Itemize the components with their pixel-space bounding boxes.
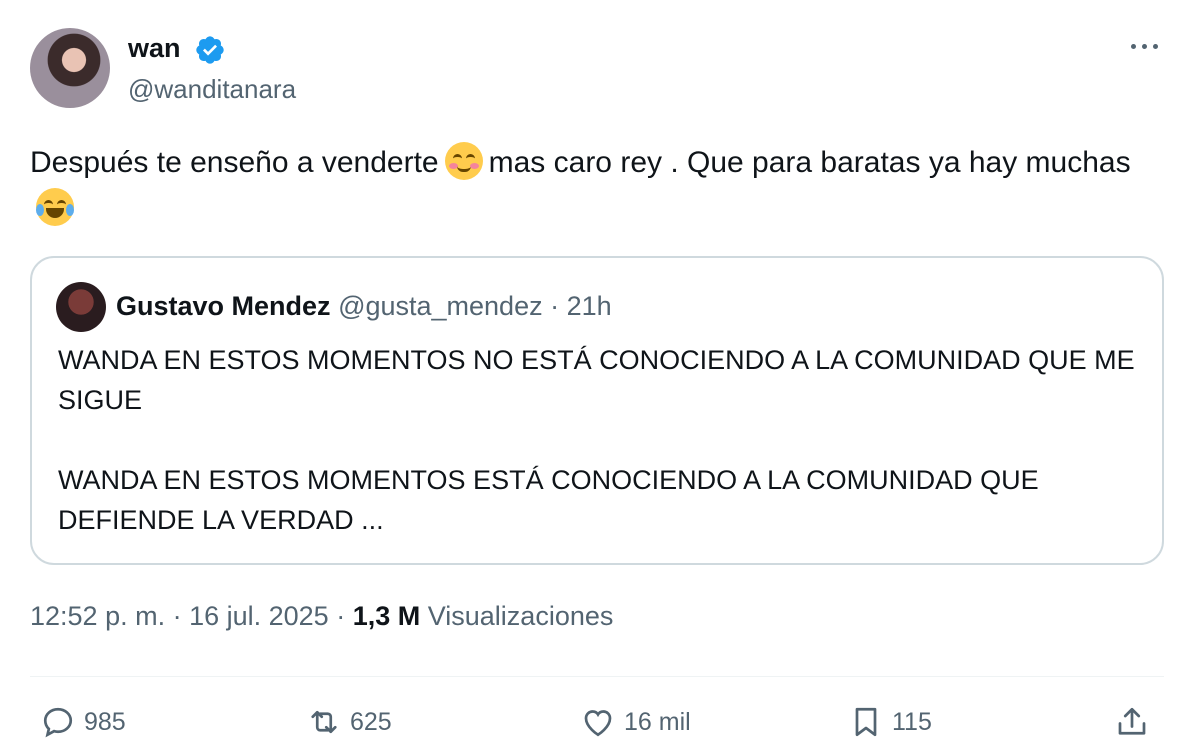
more-icon[interactable] xyxy=(1128,34,1162,58)
like-count: 16 mil xyxy=(624,707,691,736)
author-name[interactable]: wan xyxy=(128,33,181,64)
like-icon xyxy=(584,710,612,737)
share-icon xyxy=(1118,707,1146,735)
author-handle[interactable]: @wanditanara xyxy=(128,74,296,105)
view-count: 1,3 M xyxy=(352,601,421,631)
reply-count: 985 xyxy=(84,707,126,736)
bookmark-button[interactable]: 115 xyxy=(848,702,932,742)
reply-icon xyxy=(43,707,73,738)
quoted-header: Gustavo Mendez @gusta_mendez · 21h xyxy=(116,291,612,322)
repost-button[interactable]: 625 xyxy=(306,702,392,742)
tears-of-joy-emoji-icon xyxy=(36,188,74,226)
quoted-tweet[interactable]: Gustavo Mendez @gusta_mendez · 21h WANDA… xyxy=(30,256,1164,565)
post-time[interactable]: 12:52 p. m. · 16 jul. 2025 · xyxy=(30,601,345,631)
quoted-author-name[interactable]: Gustavo Mendez xyxy=(116,291,331,321)
reply-button[interactable]: 985 xyxy=(40,702,126,742)
tweet-text-part1: Después te enseño a venderte xyxy=(30,146,439,179)
like-button[interactable]: 16 mil xyxy=(580,702,691,742)
quoted-avatar[interactable] xyxy=(56,282,106,332)
author-avatar[interactable] xyxy=(30,28,110,108)
tweet-timestamp: 12:52 p. m. · 16 jul. 2025 · 1,3 M Visua… xyxy=(30,601,613,632)
share-button[interactable] xyxy=(1114,702,1158,742)
quoted-text: WANDA EN ESTOS MOMENTOS NO ESTÁ CONOCIEN… xyxy=(58,340,1148,540)
repost-count: 625 xyxy=(350,707,392,736)
actions-divider xyxy=(30,676,1164,677)
bookmark-icon xyxy=(855,707,877,737)
verified-badge-icon xyxy=(196,36,224,64)
views-label: Visualizaciones xyxy=(427,601,614,631)
tweet-text: Después te enseño a venderte mas caro rey… xyxy=(30,140,1150,232)
quoted-time[interactable]: · 21h xyxy=(550,291,612,321)
quoted-paragraph-2: WANDA EN ESTOS MOMENTOS ESTÁ CONOCIENDO … xyxy=(58,465,1039,535)
quoted-author-handle[interactable]: @gusta_mendez xyxy=(338,291,543,321)
bookmark-count: 115 xyxy=(892,707,932,736)
smiling-blush-emoji-icon xyxy=(444,142,483,180)
quoted-paragraph-1: WANDA EN ESTOS MOMENTOS NO ESTÁ CONOCIEN… xyxy=(58,345,1135,415)
tweet-text-part2: mas caro rey . Que para baratas ya hay m… xyxy=(488,146,1131,179)
repost-icon xyxy=(311,710,337,734)
